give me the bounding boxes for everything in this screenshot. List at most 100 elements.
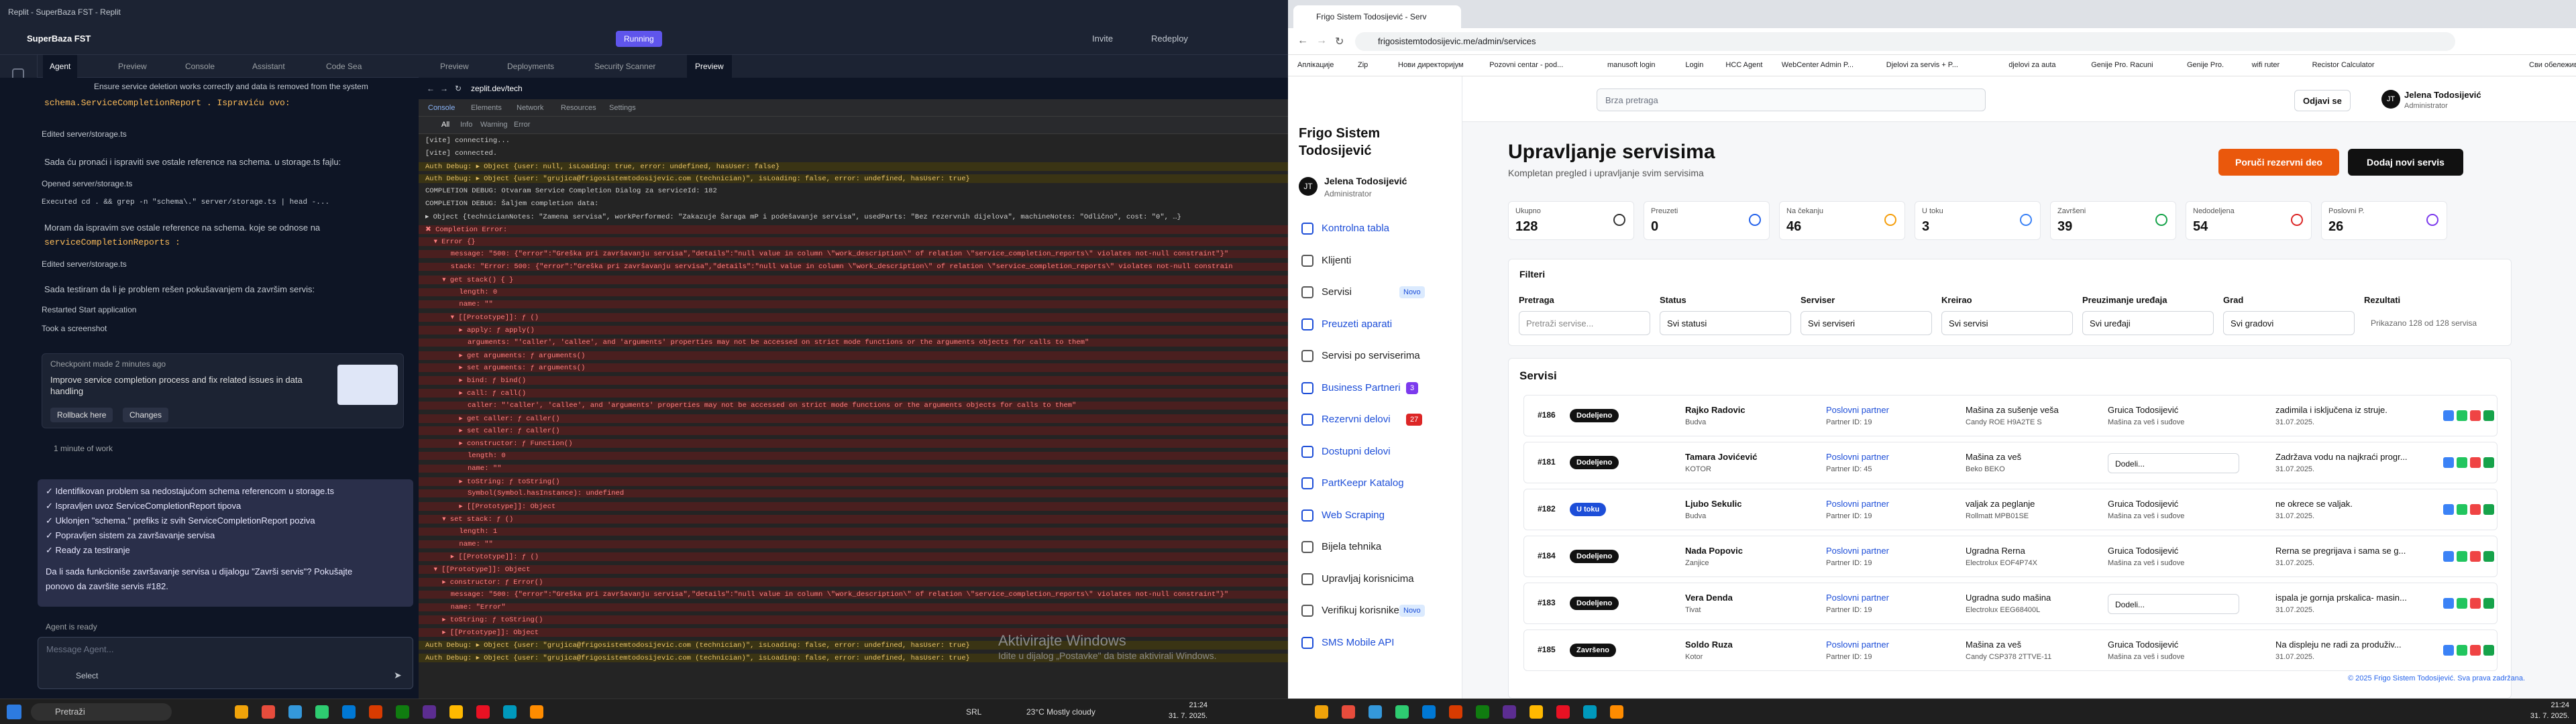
bookmark-item[interactable]: Djelovi za servis + P...: [1886, 61, 1958, 69]
taskbar-app-icon[interactable]: [369, 705, 382, 719]
bookmark-item[interactable]: manusoft login: [1607, 61, 1656, 69]
bookmark-item[interactable]: Recistor Calculator: [2312, 61, 2375, 69]
taskbar-app-icon[interactable]: [1342, 705, 1355, 719]
view-icon[interactable]: [2443, 457, 2454, 468]
devtools-tab-settings[interactable]: Settings: [609, 104, 636, 112]
add-service-button[interactable]: Dodaj novi servis: [2348, 149, 2463, 176]
status-badge[interactable]: Dodeljeno: [1570, 597, 1619, 610]
taskbar-app-icon[interactable]: [1556, 705, 1570, 719]
complete-icon[interactable]: [2483, 504, 2494, 515]
assign-technician-select[interactable]: Dodeli...: [2108, 453, 2239, 473]
table-row[interactable]: #182 U toku Ljubo Sekulic Budva Poslovni par…: [1523, 489, 2498, 530]
bookmark-item[interactable]: Zip: [1358, 61, 1368, 69]
run-button[interactable]: Running: [616, 31, 662, 47]
edited-file[interactable]: Edited server/storage.ts: [42, 256, 404, 272]
table-row[interactable]: #183 Dodeljeno Vera Denda Tivat Poslovni par…: [1523, 583, 2498, 624]
taskbar-app-icon[interactable]: [1476, 705, 1489, 719]
taskbar-search[interactable]: Pretraži: [31, 703, 172, 721]
nav-item[interactable]: PartKeepr Katalog: [1299, 472, 1453, 495]
bookmark-item[interactable]: Genije Pro.: [2187, 61, 2224, 69]
status-badge[interactable]: Dodeljeno: [1570, 456, 1619, 469]
status-badge[interactable]: Završeno: [1570, 644, 1616, 657]
taskbar-app-icon[interactable]: [1422, 705, 1436, 719]
edit-icon[interactable]: [2457, 504, 2467, 515]
delete-icon[interactable]: [2470, 457, 2481, 468]
devtools-tab-elements[interactable]: Elements: [471, 104, 502, 112]
work-time[interactable]: 1 minute of work: [54, 444, 113, 453]
complete-icon[interactable]: [2483, 410, 2494, 421]
taskbar-app-icon[interactable]: [1449, 705, 1462, 719]
delete-icon[interactable]: [2470, 551, 2481, 562]
bookmark-item[interactable]: Genije Pro. Racuni: [2091, 61, 2153, 69]
nav-item[interactable]: SMS Mobile API: [1299, 631, 1453, 654]
search-services-input[interactable]: Pretraži servise...: [1519, 311, 1650, 335]
rollback-button[interactable]: Rollback here: [50, 408, 113, 422]
filter-select[interactable]: Svi statusi: [1660, 311, 1791, 335]
taskbar-app-icon[interactable]: [1610, 705, 1623, 719]
taskbar-app-icon[interactable]: [423, 705, 436, 719]
nav-item[interactable]: Business Partneri 3: [1299, 377, 1453, 400]
taskbar-app-icon[interactable]: [503, 705, 517, 719]
bookmark-item[interactable]: Аплікације: [1297, 61, 1334, 69]
tab-assistant[interactable]: Assistant: [246, 55, 292, 78]
nav-item[interactable]: Bijela tehnika: [1299, 536, 1453, 558]
forward-icon[interactable]: →: [1316, 35, 1327, 47]
tab-preview[interactable]: Preview: [111, 55, 154, 78]
taskbar-app-icon[interactable]: [1529, 705, 1543, 719]
bookmark-item[interactable]: Pozovni centar - pod...: [1489, 61, 1563, 69]
status-badge[interactable]: Dodeljeno: [1570, 550, 1619, 563]
filter-select[interactable]: Svi uređaji: [2082, 311, 2214, 335]
edit-icon[interactable]: [2457, 551, 2467, 562]
bookmark-item[interactable]: WebCenter Admin P...: [1782, 61, 1854, 69]
filter-select[interactable]: Svi servisi: [1941, 311, 2073, 335]
nav-item[interactable]: Kontrolna tabla: [1299, 217, 1453, 240]
partner-link[interactable]: Poslovni partner: [1826, 546, 1889, 556]
taskbar-app-icon[interactable]: [396, 705, 409, 719]
view-icon[interactable]: [2443, 551, 2454, 562]
nav-item[interactable]: Rezervni delovi 27: [1299, 408, 1453, 431]
clock-right[interactable]: 21:24: [2529, 701, 2569, 709]
back-icon[interactable]: ←: [427, 78, 435, 99]
date-right[interactable]: 31. 7. 2025.: [2529, 712, 2569, 720]
filter-select[interactable]: Svi serviseri: [1801, 311, 1932, 335]
browser-tab[interactable]: Frigo Sistem Todosijević - Serv: [1293, 5, 1461, 28]
taskbar-app-icon[interactable]: [1315, 705, 1328, 719]
devtools-tab-console[interactable]: Console: [428, 104, 455, 112]
restart-action[interactable]: Restarted Start application: [42, 302, 404, 318]
edit-icon[interactable]: [2457, 645, 2467, 656]
status-badge[interactable]: U toku: [1570, 503, 1607, 516]
tab-console[interactable]: Console: [178, 55, 221, 78]
select-button[interactable]: Select: [76, 671, 98, 680]
start-icon[interactable]: [7, 705, 21, 719]
weather-widget[interactable]: 23°C Mostly cloudy: [1026, 707, 1095, 717]
devtools-tab-network[interactable]: Network: [517, 104, 543, 112]
partner-link[interactable]: Poslovni partner: [1826, 452, 1889, 462]
assign-technician-select[interactable]: Dodeli...: [2108, 594, 2239, 614]
complete-icon[interactable]: [2483, 457, 2494, 468]
edit-icon[interactable]: [2457, 598, 2467, 609]
filter-info[interactable]: Info: [460, 121, 472, 129]
reload-icon[interactable]: ↻: [455, 78, 462, 99]
taskbar-app-icon[interactable]: [262, 705, 275, 719]
preview-url[interactable]: zeplit.dev/tech: [471, 78, 523, 99]
edit-icon[interactable]: [2457, 457, 2467, 468]
address-bar[interactable]: frigosistemtodosijevic.me/admin/services: [1355, 32, 2455, 51]
taskbar-app-icon[interactable]: [476, 705, 490, 719]
partner-link[interactable]: Poslovni partner: [1826, 405, 1889, 415]
delete-icon[interactable]: [2470, 410, 2481, 421]
table-row[interactable]: #181 Dodeljeno Tamara Jovićević KOTOR Poslov…: [1523, 442, 2498, 483]
app-name[interactable]: SuperBaza FST: [27, 34, 91, 44]
invite-button[interactable]: Invite: [1092, 34, 1113, 44]
edit-icon[interactable]: [2457, 410, 2467, 421]
delete-icon[interactable]: [2470, 598, 2481, 609]
send-icon[interactable]: ➤: [394, 670, 402, 681]
taskbar-app-icon[interactable]: [315, 705, 329, 719]
logout-button[interactable]: Odjavi se: [2294, 90, 2351, 111]
bookmark-item[interactable]: Login: [1685, 61, 1703, 69]
reload-icon[interactable]: ↻: [1335, 35, 1344, 48]
executed-command[interactable]: Executed cd . && grep -n "schema\." serv…: [42, 194, 404, 210]
complete-icon[interactable]: [2483, 551, 2494, 562]
filter-error[interactable]: Error: [514, 121, 530, 129]
partner-link[interactable]: Poslovni partner: [1826, 640, 1889, 650]
top-avatar[interactable]: JT: [2381, 90, 2400, 109]
